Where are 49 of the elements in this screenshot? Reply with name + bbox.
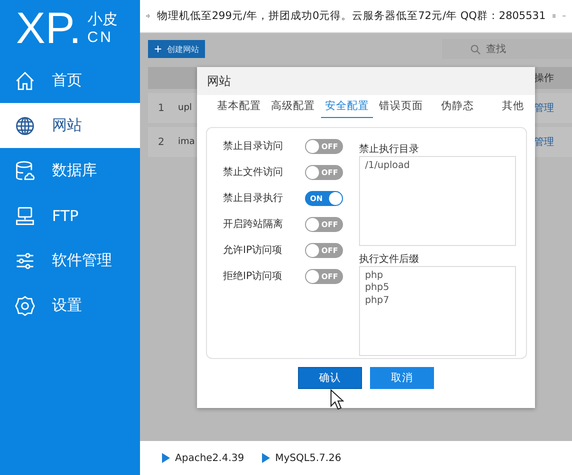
table-cell: ima	[178, 137, 195, 147]
sidebar-item[interactable]: 软件管理	[0, 238, 140, 283]
globe-icon	[14, 114, 36, 136]
field-label: 执行文件后缀	[359, 252, 420, 266]
sidebar-item[interactable]: 设置	[0, 283, 140, 328]
table-cell: upl	[178, 103, 192, 113]
dialog-title: 网站	[197, 67, 535, 95]
toggle-label: 禁止文件访问	[223, 166, 283, 179]
field-label: 禁止执行目录	[359, 142, 420, 156]
tab[interactable]: 错误页面	[375, 99, 427, 117]
logo-text: CN	[87, 29, 114, 48]
service-status: Apache2.4.39	[162, 452, 244, 464]
manage-link[interactable]: 管理	[534, 101, 572, 115]
monitor-icon	[14, 204, 36, 226]
toggle-label: 允许IP访问项	[223, 244, 282, 257]
sidebar-item[interactable]: 首页	[0, 58, 140, 103]
sidebar-item[interactable]: FTP	[0, 193, 140, 238]
tab[interactable]: 基本配置	[213, 99, 265, 117]
notice-text: 物理机低至299元/年，拼团成功0元得。云服务器低至72元/年 QQ群：2805531	[156, 9, 546, 23]
create-site-button[interactable]: 创建网站	[148, 40, 205, 58]
toggle-label: 禁止目录访问	[223, 140, 283, 153]
play-icon	[162, 453, 170, 463]
tab[interactable]: 安全配置	[321, 99, 373, 118]
table-cell-text: 2	[157, 136, 166, 148]
tab[interactable]: 伪静态	[437, 99, 478, 117]
manage-link[interactable]: 管理	[534, 135, 572, 149]
search-icon	[470, 44, 481, 55]
toggle-label: 开启跨站隔离	[223, 218, 283, 231]
sidebar-item[interactable]: 数据库	[0, 148, 140, 193]
sidebar-item[interactable]: 网站	[0, 103, 140, 148]
service-status: MySQL5.7.26	[262, 452, 342, 464]
toggle-label: 拒绝IP访问项	[223, 270, 282, 283]
database-icon	[14, 160, 36, 182]
play-icon	[262, 453, 270, 463]
logo-text: 小皮	[87, 10, 118, 29]
home-icon	[14, 70, 36, 92]
plus-icon	[154, 45, 162, 53]
confirm-button[interactable]: 确认	[298, 367, 362, 389]
cancel-button[interactable]: 取消	[370, 367, 434, 389]
tab[interactable]: 其他	[498, 99, 528, 117]
logo-mark: XP.	[16, 7, 82, 51]
text-area[interactable]: /1/upload	[359, 156, 516, 246]
search-field[interactable]: 查找	[442, 39, 572, 59]
tab[interactable]: 高级配置	[267, 99, 319, 117]
table-cell-text: 1	[157, 102, 166, 114]
settings-icon	[14, 294, 36, 316]
text-area[interactable]: php php5 php7	[359, 266, 516, 356]
column-header: 操作	[534, 72, 555, 85]
toggle-label: 禁止目录执行	[223, 192, 283, 205]
